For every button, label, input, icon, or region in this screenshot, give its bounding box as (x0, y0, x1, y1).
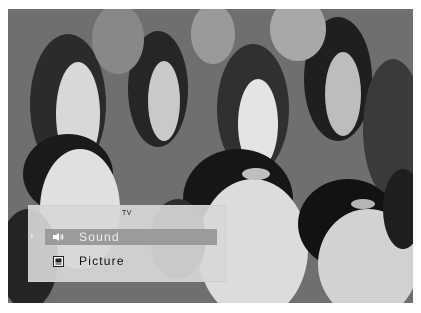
menu-item-picture[interactable]: Picture (45, 253, 217, 269)
speaker-icon (51, 230, 65, 244)
selection-cursor-icon: › (30, 230, 34, 241)
picture-icon (51, 254, 65, 268)
tv-menu-panel: TV Sound Picture (28, 205, 226, 282)
menu-item-sound[interactable]: Sound (45, 229, 217, 245)
menu-item-sound-label: Sound (79, 230, 120, 244)
tv-frame: TV Sound Picture › (0, 0, 421, 313)
menu-item-picture-label: Picture (79, 254, 125, 268)
menu-title: TV (122, 210, 132, 217)
